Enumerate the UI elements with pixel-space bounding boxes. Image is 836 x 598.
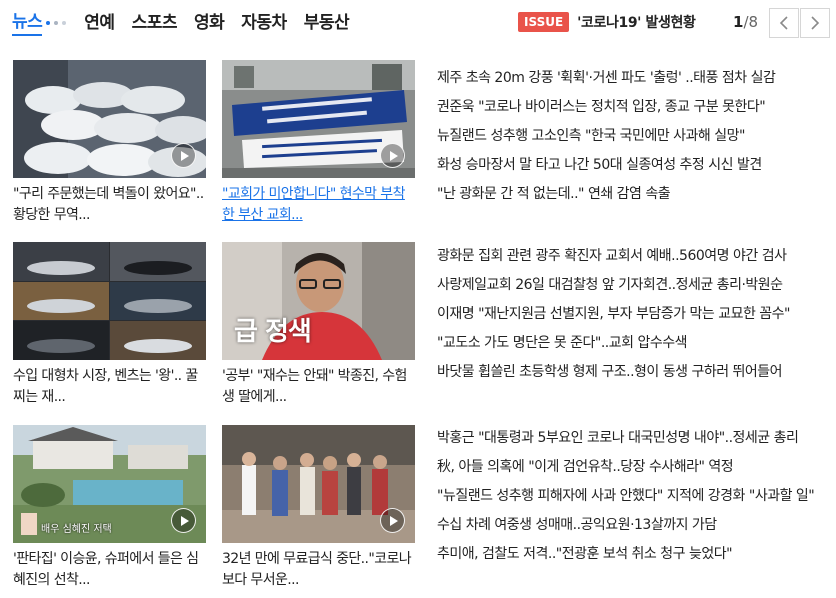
news-card-title[interactable]: "교회가 미안합니다" 현수막 부착한 부산 교회... <box>222 184 417 226</box>
chevron-right-icon <box>811 16 820 30</box>
prev-button[interactable] <box>769 8 799 38</box>
news-card-title[interactable]: 수입 대형차 시장, 벤츠는 '왕'.. 꿀찌는 재... <box>13 366 208 408</box>
category-tabs: 뉴스 연예 스포츠 영화 자동차 부동산 <box>12 10 366 36</box>
headline-item[interactable]: 秋, 아들 의혹에 "이게 검언유착..당장 수사해라" 역정 <box>437 457 831 486</box>
headline-item[interactable]: "교도소 가도 명단은 못 준다"..교회 압수수색 <box>437 333 831 362</box>
headline-item[interactable]: "난 광화문 간 적 없는데.." 연쇄 감염 속출 <box>437 184 831 213</box>
tab-movies[interactable]: 영화 <box>194 11 225 35</box>
news-card[interactable]: "구리 주문했는데 벽돌이 왔어요"..황당한 무역... <box>13 60 208 226</box>
news-card-title[interactable]: "구리 주문했는데 벽돌이 왔어요"..황당한 무역... <box>13 184 208 226</box>
news-card[interactable]: 수입 대형차 시장, 벤츠는 '왕'.. 꿀찌는 재... <box>13 242 208 408</box>
page-total: 8 <box>748 13 759 31</box>
news-card-title[interactable]: '판타집' 이승윤, 슈퍼에서 들은 심혜진의 선착... <box>13 549 208 591</box>
page-indicator: 1/8 <box>733 12 758 32</box>
headline-item[interactable]: 화성 승마장서 말 타고 나간 50대 실종여성 추정 시신 발견 <box>437 155 831 184</box>
issue-badge: ISSUE <box>518 12 570 32</box>
news-card[interactable]: 배우 심혜진 저택 '판타집' 이승윤, 슈퍼에서 들은 심혜진의 선착... <box>13 425 208 591</box>
play-icon[interactable] <box>171 508 196 533</box>
headline-item[interactable]: 바닷물 휩쓸린 초등학생 형제 구조..형이 동생 구하러 뛰어들어 <box>437 362 831 391</box>
tab-news[interactable]: 뉴스 <box>12 10 43 36</box>
thumbnail-caption: 급 정색 <box>234 317 312 347</box>
news-card-title[interactable]: 32년 만에 무료급식 중단.."코로나보다 무서운... <box>222 549 417 591</box>
headline-item[interactable]: 사랑제일교회 26일 대검찰청 앞 기자회견..정세균 총리·박원순 <box>437 275 831 304</box>
news-thumbnail[interactable] <box>222 425 415 543</box>
headline-list: 박홍근 "대통령과 5부요인 코로나 대국민성명 내야"..정세균 총리 秋, … <box>437 428 831 573</box>
headline-item[interactable]: 박홍근 "대통령과 5부요인 코로나 대국민성명 내야"..정세균 총리 <box>437 428 831 457</box>
tab-cars[interactable]: 자동차 <box>241 11 287 35</box>
news-card-title[interactable]: '공부' "재수는 안돼" 박종진, 수험생 딸에게... <box>222 366 417 408</box>
tab-entertainment[interactable]: 연예 <box>84 11 115 35</box>
news-card[interactable]: 32년 만에 무료급식 중단.."코로나보다 무서운... <box>222 425 417 591</box>
play-icon[interactable] <box>380 143 405 168</box>
tab-sports[interactable]: 스포츠 <box>132 11 178 35</box>
play-icon[interactable] <box>171 143 196 168</box>
issue-text[interactable]: '코로나19' 발생현황 <box>577 12 696 32</box>
page-current: 1 <box>733 13 744 31</box>
play-icon[interactable] <box>380 508 405 533</box>
headline-list: 광화문 집회 관련 광주 확진자 교회서 예배..560여명 야간 검사 사랑제… <box>437 246 831 391</box>
news-card[interactable]: "교회가 미안합니다" 현수막 부착한 부산 교회... <box>222 60 417 226</box>
headline-item[interactable]: 추미애, 검찰도 저격.."전광훈 보석 취소 청구 늦었다" <box>437 544 831 573</box>
news-thumbnail[interactable] <box>13 242 206 360</box>
headline-item[interactable]: 제주 초속 20m 강풍 '휙휙'·거센 파도 '출렁' ..태풍 점차 실감 <box>437 68 831 97</box>
news-thumbnail[interactable]: 배우 심혜진 저택 <box>13 425 206 543</box>
headline-item[interactable]: 광화문 집회 관련 광주 확진자 교회서 예배..560여명 야간 검사 <box>437 246 831 275</box>
chevron-left-icon <box>779 16 788 30</box>
top-navigation: 뉴스 연예 스포츠 영화 자동차 부동산 ISSUE '코로나19' 발생현황 … <box>0 0 836 46</box>
news-thumbnail[interactable] <box>13 60 206 178</box>
news-thumbnail[interactable]: 급 정색 <box>222 242 415 360</box>
headline-item[interactable]: 수십 차례 여중생 성매매..공익요원·13살까지 가담 <box>437 515 831 544</box>
headline-item[interactable]: 권준욱 "코로나 바이러스는 정치적 입장, 종교 구분 못한다" <box>437 97 831 126</box>
tab-realestate[interactable]: 부동산 <box>304 11 350 35</box>
headline-item[interactable]: 이재명 "재난지원금 선별지원, 부자 부담증가 막는 교묘한 꼼수" <box>437 304 831 333</box>
issue-ticker[interactable]: ISSUE '코로나19' 발생현황 <box>518 12 696 32</box>
next-button[interactable] <box>800 8 830 38</box>
news-card[interactable]: 급 정색 '공부' "재수는 안돼" 박종진, 수험생 딸에게... <box>222 242 417 408</box>
headline-item[interactable]: "뉴질랜드 성추행 피해자에 사과 안했다" 지적에 강경화 "사과할 일" <box>437 486 831 515</box>
more-dots-icon[interactable] <box>46 21 70 25</box>
news-thumbnail[interactable] <box>222 60 415 178</box>
headline-list: 제주 초속 20m 강풍 '휙휙'·거센 파도 '출렁' ..태풍 점차 실감 … <box>437 68 831 213</box>
thumbnail-caption: 배우 심혜진 저택 <box>41 524 112 535</box>
headline-item[interactable]: 뉴질랜드 성추행 고소인측 "한국 국민에만 사과해 실망" <box>437 126 831 155</box>
